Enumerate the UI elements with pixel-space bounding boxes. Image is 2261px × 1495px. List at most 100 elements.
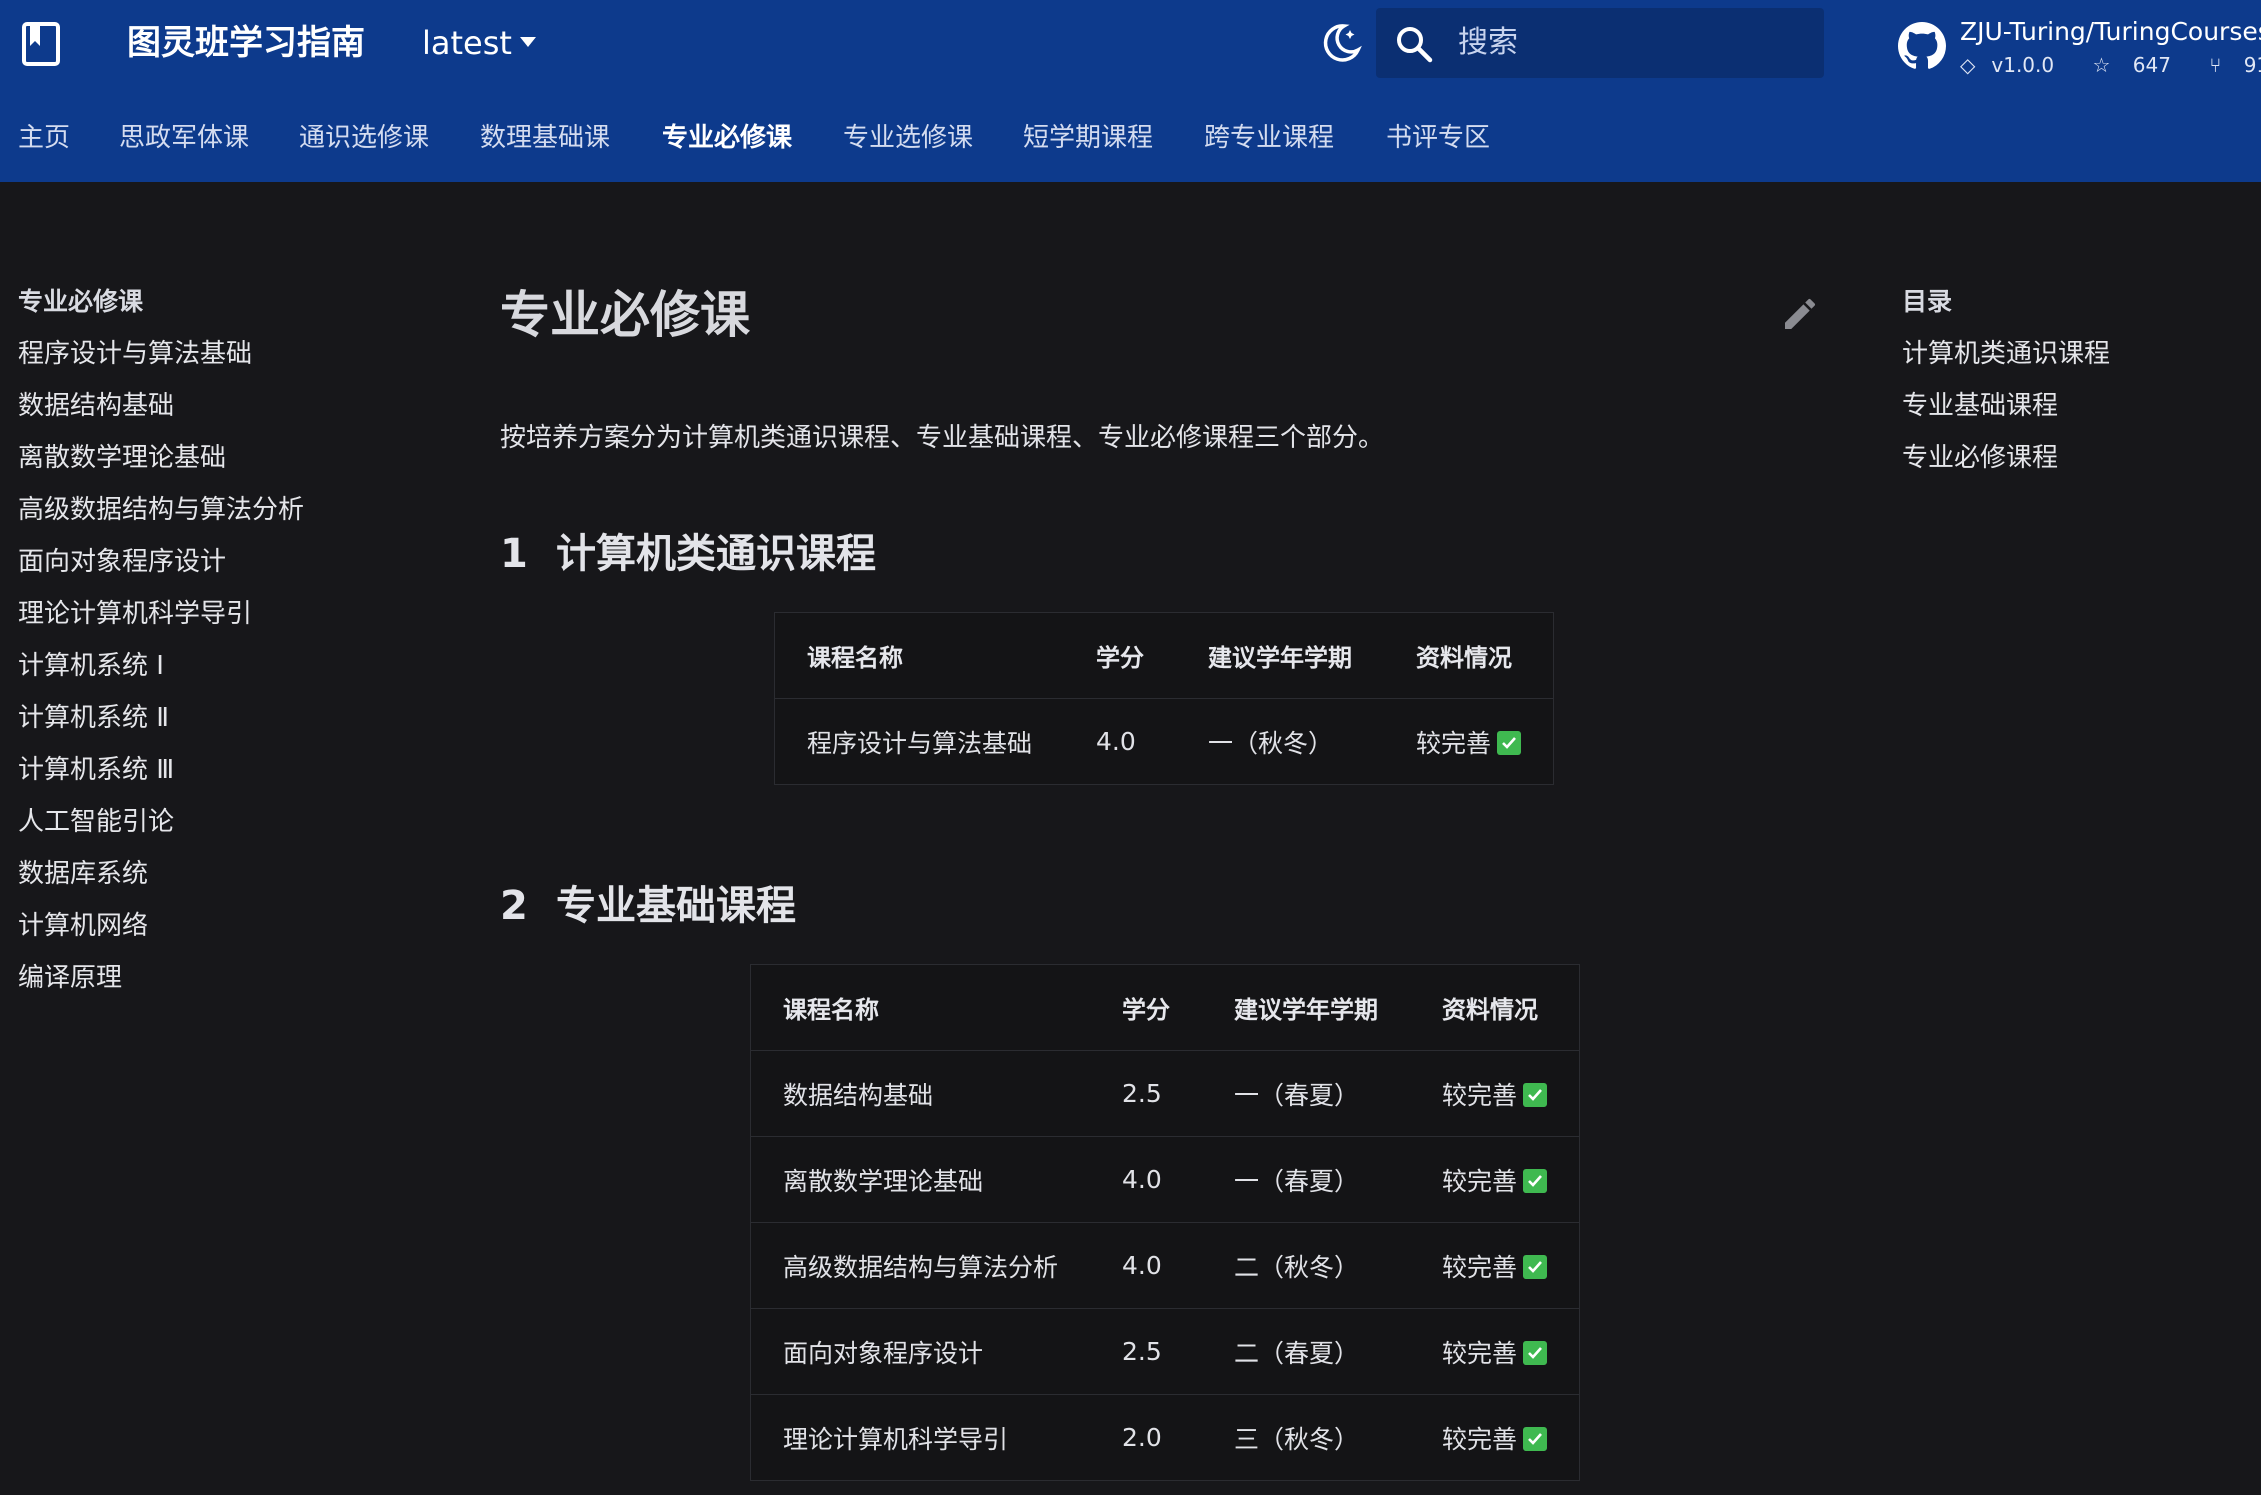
- repo-link[interactable]: ZJU-Turing/TuringCourses ◇ v1.0.0 ☆ 647 ⑂…: [1898, 8, 2261, 78]
- toc-item[interactable]: 专业基础课程: [1902, 388, 2242, 424]
- status-text: 较完善: [1442, 1424, 1518, 1454]
- course-table-2: 课程名称 学分 建议学年学期 资料情况 数据结构基础 2.5 一（春夏） 较完善…: [750, 964, 1581, 1481]
- table-row: 数据结构基础 2.5 一（春夏） 较完善: [750, 1050, 1580, 1137]
- course-credit: 2.0: [1090, 1394, 1203, 1481]
- repo-forks-value: 91: [2243, 53, 2261, 77]
- table-of-contents: 目录 计算机类通识课程 专业基础课程 专业必修课程: [1902, 284, 2242, 492]
- check-mark-icon: [1523, 1168, 1548, 1193]
- check-mark-icon: [1523, 1082, 1548, 1107]
- col-header[interactable]: 课程名称: [774, 612, 1065, 699]
- sidebar-item[interactable]: 计算机系统 Ⅰ: [18, 648, 348, 684]
- course-status: 较完善: [1410, 1050, 1580, 1137]
- github-icon: [1898, 22, 1946, 69]
- course-credit: 4.0: [1090, 1136, 1203, 1223]
- sidebar-item[interactable]: 人工智能引论: [18, 804, 348, 840]
- section-number: 1: [500, 531, 528, 577]
- page-title: 专业必修课: [500, 286, 750, 344]
- fork-icon: ⑂: [2209, 53, 2222, 77]
- tab-major-electives[interactable]: 专业选修课: [843, 116, 973, 160]
- sidebar-item[interactable]: 计算机系统 Ⅲ: [18, 752, 348, 788]
- tab-home[interactable]: 主页: [18, 116, 70, 160]
- tab-short-term[interactable]: 短学期课程: [1023, 116, 1153, 160]
- course-term: 二（秋冬）: [1202, 1222, 1411, 1309]
- sidebar-item[interactable]: 离散数学理论基础: [18, 440, 348, 476]
- status-text: 较完善: [1442, 1252, 1518, 1282]
- table-row: 高级数据结构与算法分析 4.0 二（秋冬） 较完善: [750, 1222, 1580, 1309]
- table-row: 离散数学理论基础 4.0 一（春夏） 较完善: [750, 1136, 1580, 1223]
- repo-stars-value: 647: [2132, 53, 2171, 77]
- repo-stars: ☆ 647: [2092, 53, 2186, 77]
- col-header[interactable]: 课程名称: [750, 964, 1091, 1051]
- version-label: latest: [422, 24, 512, 62]
- edit-pencil-icon[interactable]: [1780, 294, 1820, 334]
- tab-general-electives[interactable]: 通识选修课: [299, 116, 429, 160]
- course-term: 三（秋冬）: [1202, 1394, 1411, 1481]
- intro-paragraph: 按培养方案分为计算机类通识课程、专业基础课程、专业必修课程三个部分。: [500, 423, 1385, 453]
- sidebar-item[interactable]: 数据库系统: [18, 856, 348, 892]
- sidebar-item[interactable]: 编译原理: [18, 960, 348, 996]
- course-status: 较完善: [1410, 1136, 1580, 1223]
- sidebar-item[interactable]: 计算机网络: [18, 908, 348, 944]
- dark-mode-toggle-icon[interactable]: [1318, 20, 1364, 66]
- search-input[interactable]: 搜索: [1376, 8, 1824, 78]
- toc-item[interactable]: 专业必修课程: [1902, 440, 2242, 476]
- col-header[interactable]: 建议学年学期: [1202, 964, 1411, 1051]
- course-name: 理论计算机科学导引: [750, 1394, 1091, 1481]
- col-header[interactable]: 资料情况: [1410, 964, 1580, 1051]
- course-credit: 2.5: [1090, 1308, 1203, 1395]
- col-header[interactable]: 学分: [1090, 964, 1203, 1051]
- tab-major-required[interactable]: 专业必修课: [662, 116, 792, 160]
- col-header[interactable]: 建议学年学期: [1176, 612, 1385, 699]
- check-mark-icon: [1497, 730, 1522, 755]
- status-text: 较完善: [1442, 1338, 1518, 1368]
- sidebar-title: 专业必修课: [18, 287, 144, 316]
- tag-icon: ◇: [1960, 53, 1976, 77]
- section-title: 专业基础课程: [556, 883, 796, 929]
- star-icon: ☆: [2092, 53, 2111, 77]
- course-name: 面向对象程序设计: [750, 1308, 1091, 1395]
- repo-facts: ◇ v1.0.0 ☆ 647 ⑂ 91: [1960, 52, 2261, 78]
- course-term: 一（秋冬）: [1176, 698, 1385, 785]
- nav-tabs: 主页 思政军体课 通识选修课 数理基础课 专业必修课 专业选修课 短学期课程 跨…: [0, 116, 1550, 162]
- table-header-row: 课程名称 学分 建议学年学期 资料情况: [774, 612, 1554, 699]
- course-name: 离散数学理论基础: [750, 1136, 1091, 1223]
- course-name: 高级数据结构与算法分析: [750, 1222, 1091, 1309]
- tab-politics-military[interactable]: 思政军体课: [119, 116, 249, 160]
- course-name: 数据结构基础: [750, 1050, 1091, 1137]
- toc-item[interactable]: 计算机类通识课程: [1902, 336, 2242, 372]
- section-heading-2: 2 专业基础课程: [500, 878, 796, 934]
- course-credit: 4.0: [1064, 698, 1177, 785]
- course-status: 较完善: [1410, 1394, 1580, 1481]
- tab-book-reviews[interactable]: 书评专区: [1386, 116, 1490, 160]
- version-selector[interactable]: latest: [422, 18, 536, 68]
- sidebar-nav: 专业必修课 程序设计与算法基础 数据结构基础 离散数学理论基础 高级数据结构与算…: [18, 284, 348, 1012]
- sidebar-item[interactable]: 程序设计与算法基础: [18, 336, 348, 372]
- sidebar-item[interactable]: 理论计算机科学导引: [18, 596, 348, 632]
- col-header[interactable]: 学分: [1064, 612, 1177, 699]
- sidebar-item[interactable]: 面向对象程序设计: [18, 544, 348, 580]
- book-logo-icon[interactable]: [20, 20, 64, 68]
- repo-forks: ⑂ 91: [2209, 53, 2261, 77]
- course-credit: 2.5: [1090, 1050, 1203, 1137]
- sidebar-item[interactable]: 计算机系统 Ⅱ: [18, 700, 348, 736]
- section-number: 2: [500, 883, 528, 929]
- course-status: 较完善: [1410, 1308, 1580, 1395]
- site-title[interactable]: 图灵班学习指南: [127, 18, 365, 68]
- caret-down-icon: [519, 37, 536, 47]
- course-term: 一（春夏）: [1202, 1136, 1411, 1223]
- status-text: 较完善: [1442, 1166, 1518, 1196]
- check-mark-icon: [1523, 1426, 1548, 1451]
- course-status: 较完善: [1384, 698, 1554, 785]
- col-header[interactable]: 资料情况: [1384, 612, 1554, 699]
- sidebar-item[interactable]: 数据结构基础: [18, 388, 348, 424]
- status-text: 较完善: [1416, 728, 1492, 758]
- repo-version-value: v1.0.0: [1991, 53, 2055, 77]
- tab-cross-major[interactable]: 跨专业课程: [1204, 116, 1334, 160]
- tab-math-science[interactable]: 数理基础课: [480, 116, 610, 160]
- sidebar-item[interactable]: 高级数据结构与算法分析: [18, 492, 348, 528]
- table-row: 理论计算机科学导引 2.0 三（秋冬） 较完善: [750, 1394, 1580, 1481]
- course-status: 较完善: [1410, 1222, 1580, 1309]
- search-placeholder: 搜索: [1458, 25, 1518, 60]
- repo-version: ◇ v1.0.0: [1960, 53, 2070, 77]
- course-credit: 4.0: [1090, 1222, 1203, 1309]
